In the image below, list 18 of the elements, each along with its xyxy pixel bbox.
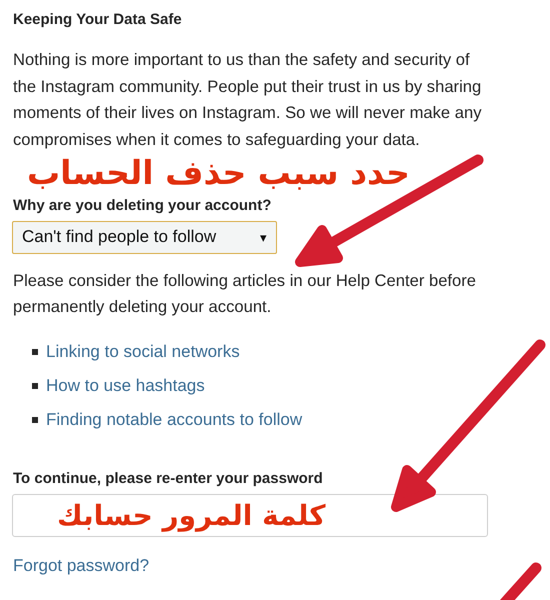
- help-article-link[interactable]: Linking to social networks: [46, 342, 240, 362]
- bullet-icon: [32, 348, 38, 355]
- help-article-link[interactable]: Finding notable accounts to follow: [46, 410, 302, 430]
- arrow-icon: [391, 340, 546, 512]
- caret-icon: ▾: [260, 230, 267, 245]
- forgot-password-link[interactable]: Forgot password?: [13, 556, 150, 576]
- section-heading: Keeping Your Data Safe: [13, 10, 182, 30]
- annotation-text: كلمة المرور حسابك: [57, 502, 326, 530]
- password-field[interactable]: [12, 494, 488, 537]
- annotation-text: حدد سبب حذف الحساب: [27, 155, 410, 192]
- reason-dropdown[interactable]: Can't find people to follow ▾: [12, 220, 277, 254]
- bullet-icon: [32, 416, 38, 423]
- intro-paragraph: Nothing is more important to us than the safety and security of the Instagram community. People put their trust in us by sharing moments of their lives on Instagram. So we will never make any compromises when it comes to safeguarding your data.: [13, 49, 482, 151]
- password-label: To continue, please re-enter your password: [13, 468, 323, 489]
- help-paragraph: Please consider the following articles in our Help Center before permanently deleting your account.: [13, 270, 476, 318]
- reason-label: Why are you deleting your account?: [13, 196, 272, 216]
- help-article-link[interactable]: How to use hashtags: [46, 376, 205, 396]
- bullet-icon: [32, 382, 38, 389]
